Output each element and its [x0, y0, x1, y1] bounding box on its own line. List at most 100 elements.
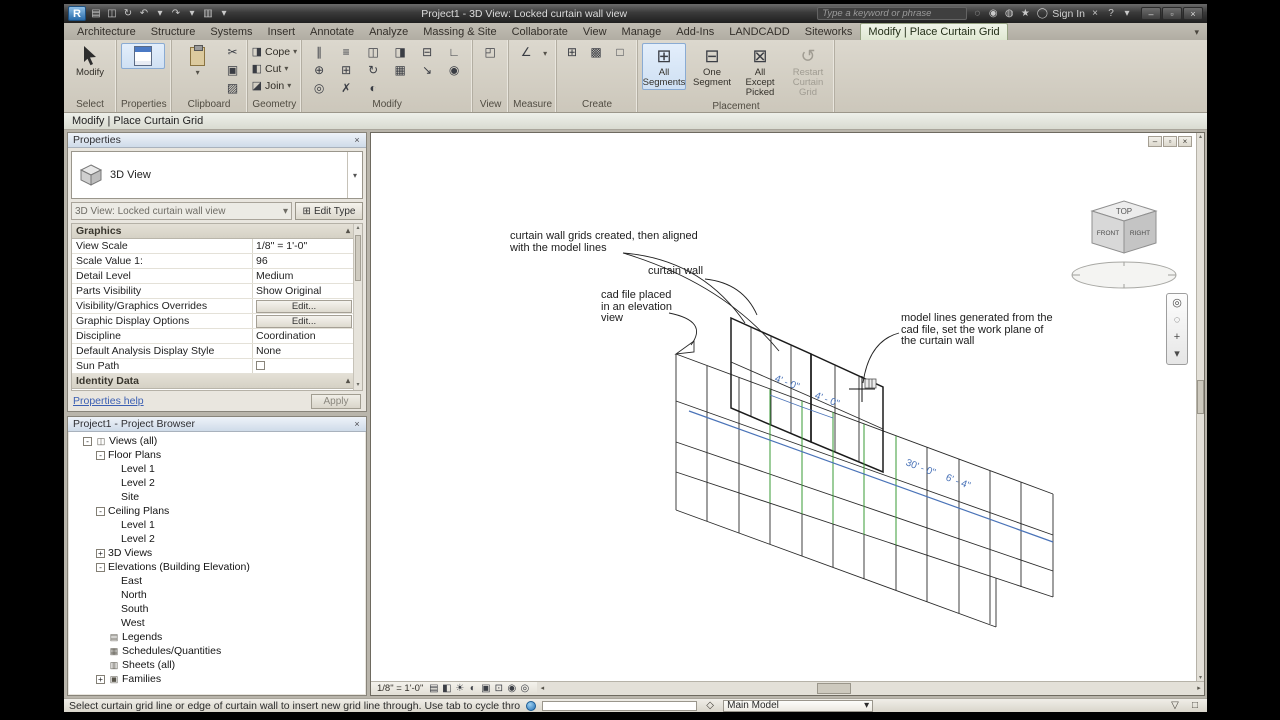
tab-systems[interactable]: Systems: [203, 24, 259, 40]
exchange-apps-icon[interactable]: ×: [1088, 8, 1102, 19]
tree-floor-plans[interactable]: - Floor Plans: [69, 448, 365, 462]
tree-expander[interactable]: -: [96, 562, 105, 572]
favorites-icon[interactable]: ★: [1018, 8, 1032, 19]
delete-icon[interactable]: ✗: [333, 79, 359, 96]
move-icon[interactable]: ⊕: [306, 61, 332, 78]
viewcube-front-label[interactable]: FRONT: [1097, 230, 1119, 237]
view-properties-icon[interactable]: ◰: [477, 43, 503, 60]
open-icon[interactable]: ▤: [89, 8, 103, 19]
measure-dropdown[interactable]: ▾: [543, 49, 547, 58]
tab-annotate[interactable]: Annotate: [303, 24, 361, 40]
crop-view-icon[interactable]: ▣: [479, 683, 492, 694]
measure-icon[interactable]: ∠: [513, 43, 539, 60]
properties-scrollbar[interactable]: ▴ ▾: [353, 224, 362, 390]
tab-analyze[interactable]: Analyze: [362, 24, 415, 40]
qat-dropdown[interactable]: ▾: [217, 8, 231, 19]
tree-site[interactable]: Site: [69, 490, 365, 504]
horizontal-scrollbar-thumb[interactable]: [817, 683, 852, 694]
array-icon[interactable]: ▦: [387, 61, 413, 78]
tab-manage[interactable]: Manage: [615, 24, 669, 40]
create-group-icon[interactable]: ▩: [585, 43, 607, 60]
cut-geometry-button[interactable]: ◧ Cut ▾: [252, 60, 298, 77]
tree-ceiling-level-1[interactable]: Level 1: [69, 518, 365, 532]
trim-icon[interactable]: ∟: [441, 43, 467, 60]
property-value[interactable]: 96: [252, 254, 362, 268]
detail-level-icon[interactable]: ▤: [427, 683, 440, 694]
offset-icon[interactable]: ≡: [333, 43, 359, 60]
cut-icon[interactable]: ✂: [223, 43, 243, 60]
tree-views-all[interactable]: - ◫ Views (all): [69, 434, 365, 448]
navbar-chevron-icon[interactable]: ▾: [1174, 349, 1180, 360]
minimize-button[interactable]: –: [1141, 7, 1161, 20]
tree-floor-level-1[interactable]: Level 1: [69, 462, 365, 476]
undo-icon[interactable]: ↶: [137, 8, 151, 19]
tree-legends[interactable]: ▤ Legends: [69, 630, 365, 644]
tab-structure[interactable]: Structure: [144, 24, 203, 40]
vertical-scrollbar[interactable]: ▴ ▾: [1196, 133, 1204, 681]
property-value[interactable]: Show Original: [252, 284, 362, 298]
mirror-draw-icon[interactable]: ◨: [387, 43, 413, 60]
tree-3d-views[interactable]: + 3D Views: [69, 546, 365, 560]
viewcube-top-label[interactable]: TOP: [1116, 207, 1132, 216]
application-menu-button[interactable]: R: [68, 6, 86, 21]
help-dropdown[interactable]: ▾: [1120, 8, 1134, 19]
properties-toggle-button[interactable]: [121, 43, 165, 69]
project-browser-titlebar[interactable]: Project1 - Project Browser ×: [68, 417, 366, 432]
view-filter-combo[interactable]: 3D View: Locked curtain wall view ▾: [71, 202, 292, 220]
zoom-icon[interactable]: ◌: [1174, 315, 1181, 326]
sign-in-button[interactable]: ◯ Sign In: [1035, 8, 1085, 20]
view-minimize-button[interactable]: –: [1148, 136, 1162, 147]
drawing-surface[interactable]: curtain wall grids created, then aligned…: [371, 133, 1196, 681]
redo-icon[interactable]: ↷: [169, 8, 183, 19]
tree-east[interactable]: East: [69, 574, 365, 588]
restart-curtain-grid-button[interactable]: ↺ Restart Curtain Grid: [786, 43, 830, 100]
paint-icon[interactable]: ◐: [360, 79, 386, 96]
modify-button[interactable]: Modify: [68, 43, 112, 80]
view-scale-label[interactable]: 1/8" = 1'-0": [377, 683, 423, 694]
property-value[interactable]: Medium: [252, 269, 362, 283]
save-icon[interactable]: ◫: [105, 8, 119, 19]
search-input[interactable]: [817, 7, 968, 20]
model-line[interactable]: [688, 410, 1054, 543]
rotate-icon[interactable]: ↻: [360, 61, 386, 78]
tab-modify-place-curtain-grid[interactable]: Modify | Place Curtain Grid: [860, 23, 1008, 40]
project-browser-close-icon[interactable]: ×: [351, 419, 363, 429]
tree-sheets[interactable]: ▥ Sheets (all): [69, 658, 365, 672]
horizontal-scrollbar[interactable]: ◂ ▸: [537, 682, 1204, 695]
property-value[interactable]: Edit...: [252, 314, 362, 328]
tree-expander[interactable]: -: [96, 506, 105, 516]
tree-elevations[interactable]: - Elevations (Building Elevation): [69, 560, 365, 574]
cope-button[interactable]: ◨ Cope ▾: [252, 43, 298, 60]
apply-button[interactable]: Apply: [311, 393, 361, 409]
select-toggle-icon[interactable]: □: [1188, 700, 1202, 711]
tab-collaborate[interactable]: Collaborate: [505, 24, 575, 40]
tree-north[interactable]: North: [69, 588, 365, 602]
paste-button[interactable]: ▾: [176, 43, 220, 79]
sun-path-icon[interactable]: ☀: [453, 683, 466, 694]
identity-data-section-header[interactable]: Identity Data ▴: [72, 374, 362, 389]
scale-icon[interactable]: ↘: [414, 61, 440, 78]
temporary-hide-icon[interactable]: ◉: [505, 683, 518, 694]
tab-massing-site[interactable]: Massing & Site: [416, 24, 503, 40]
property-value[interactable]: None: [252, 344, 362, 358]
pan-icon[interactable]: +: [1174, 332, 1180, 343]
show-crop-icon[interactable]: ⊡: [492, 683, 505, 694]
tree-expander[interactable]: -: [83, 436, 92, 446]
all-except-picked-button[interactable]: ⊠ All Except Picked: [738, 43, 782, 100]
property-value[interactable]: Edit...: [252, 299, 362, 313]
sync-icon[interactable]: ↻: [121, 8, 135, 19]
graphics-section-header[interactable]: Graphics ▴: [72, 224, 362, 239]
print-icon[interactable]: ▥: [201, 8, 215, 19]
vertical-scrollbar-thumb[interactable]: [1197, 379, 1204, 414]
viewcube[interactable]: TOP FRONT RIGHT: [1066, 189, 1182, 293]
tree-expander[interactable]: -: [96, 450, 105, 460]
tree-floor-level-2[interactable]: Level 2: [69, 476, 365, 490]
search-go-icon[interactable]: ◌: [970, 8, 984, 19]
tree-schedules[interactable]: ▦ Schedules/Quantities: [69, 644, 365, 658]
tab-siteworks[interactable]: Siteworks: [798, 24, 860, 40]
tree-south[interactable]: South: [69, 602, 365, 616]
tab-view[interactable]: View: [576, 24, 614, 40]
close-button[interactable]: ×: [1183, 7, 1203, 20]
paste-dropdown[interactable]: ▾: [196, 68, 200, 77]
properties-help-link[interactable]: Properties help: [73, 395, 144, 407]
